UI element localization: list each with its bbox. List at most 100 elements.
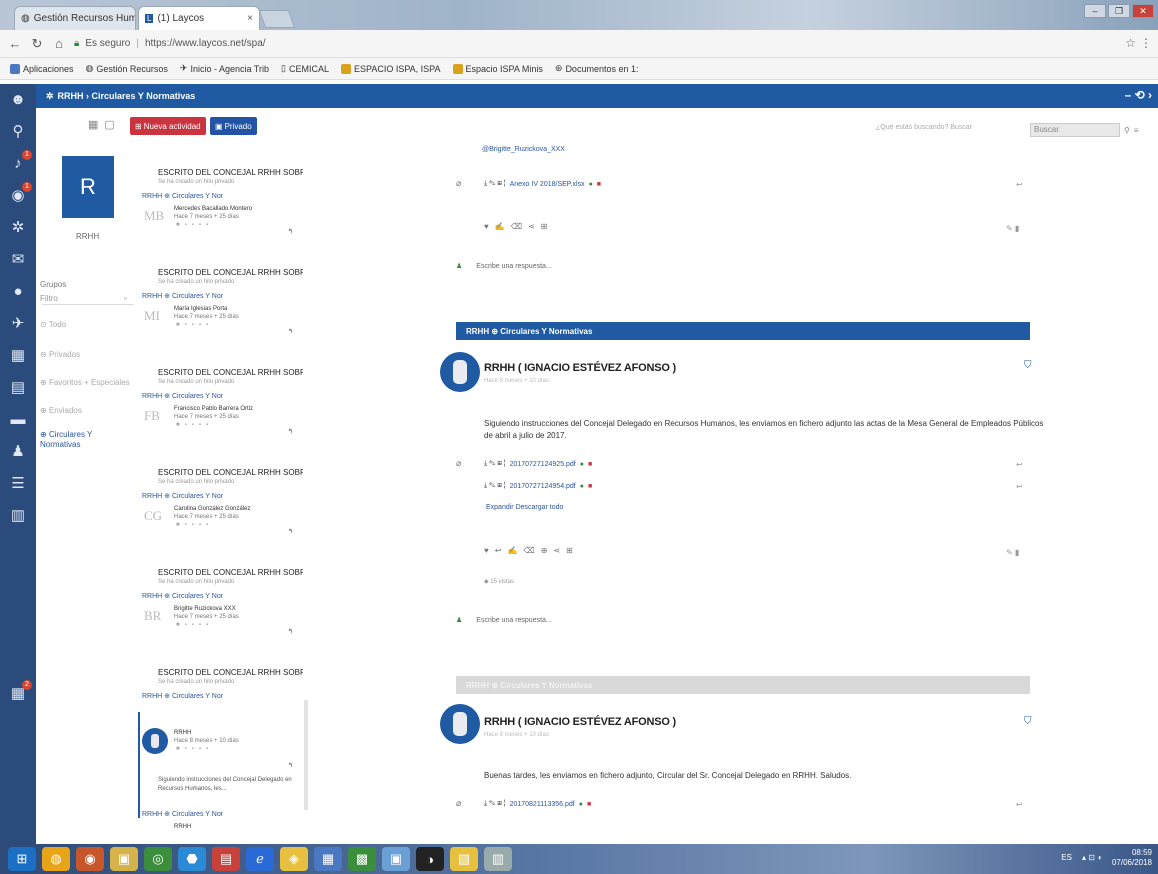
mail-icon[interactable]: ✉ — [8, 250, 28, 270]
download-icon[interactable]: ⤓ ✎ ⊞ ¦ — [484, 800, 506, 808]
expand-download-links[interactable]: Expandir Descargar todo — [486, 504, 563, 511]
close-window-button[interactable]: ✕ — [1132, 4, 1154, 18]
menu-icon[interactable]: ⋮ — [1140, 36, 1152, 50]
taskbar-app-icon[interactable]: ℯ — [246, 847, 274, 871]
filter-item-circulares[interactable]: ⊕ Circulares Y Normativas — [40, 430, 120, 450]
pin-icon[interactable]: ⛉ — [1024, 716, 1032, 727]
attachment-row[interactable]: ⤓ ✎ ⊞ ¦ 20170727124925.pdf ● ■ — [484, 460, 592, 468]
taskbar-app-icon[interactable]: ▧ — [450, 847, 478, 871]
view-icon[interactable]: ● — [579, 801, 583, 808]
arrow-icon[interactable]: ↰ — [288, 228, 293, 235]
bookmark-star-icon[interactable]: ☆ — [1125, 36, 1136, 50]
feed-item-author[interactable]: RRHH — [174, 824, 191, 830]
tab-gestion-recursos[interactable]: ◍ Gestión Recursos Huma × — [14, 6, 136, 30]
broadcast-icon[interactable]: ◉ 1 — [8, 182, 32, 206]
reply-icon[interactable]: ↩ — [1016, 482, 1023, 491]
reply-icon[interactable]: ↩ — [1016, 460, 1023, 469]
back-icon[interactable]: ← — [8, 36, 22, 51]
pin-icon[interactable]: ⛉ — [1024, 360, 1032, 371]
search-input[interactable]: Buscar — [1030, 123, 1120, 137]
mention-link[interactable]: @Brigitte_Ruzickova_XXX — [482, 146, 565, 153]
list-view-icon[interactable]: ▦ — [88, 118, 98, 131]
calendar-icon[interactable]: ▦ — [8, 346, 28, 366]
feed-item-actions[interactable]: ■▪▪▪▪ — [176, 422, 213, 428]
feed-item-author[interactable]: Brigitte Ruzickova XXX — [174, 606, 236, 612]
search-icon[interactable]: ⚲ — [1124, 126, 1130, 135]
view-icon[interactable]: ● — [589, 181, 593, 188]
new-tab-button[interactable] — [258, 10, 296, 28]
minimize-button[interactable]: – — [1084, 4, 1106, 18]
bookmark-cemical[interactable]: ▯ CEMICAL — [281, 63, 329, 74]
maximize-button[interactable]: ❐ — [1108, 4, 1130, 18]
post-author[interactable]: RRHH ( IGNACIO ESTÉVEZ AFONSO ) — [484, 362, 676, 374]
delete-icon[interactable]: ■ — [588, 461, 592, 468]
clock[interactable]: 08:59 07/06/2018 — [1112, 848, 1152, 868]
arrow-icon[interactable]: ↰ — [288, 428, 293, 435]
arrow-icon[interactable]: ↰ — [288, 762, 293, 769]
document-icon[interactable]: ▤ — [8, 378, 28, 398]
bookmark-ispa-minis[interactable]: Espacio ISPA Minis — [452, 63, 543, 74]
feed-item[interactable]: ESCRITO DEL CONCEJAL RRHH SOBRE ... Se ha… — [136, 338, 306, 435]
search-icon[interactable]: ⚲ — [8, 122, 28, 142]
feed-item-author[interactable]: Francisco Pablo Barrera Ortiz — [174, 406, 253, 412]
arrow-icon[interactable]: ↰ — [288, 328, 293, 335]
download-icon[interactable]: ⤓ ✎ ⊞ ¦ — [484, 180, 506, 188]
list-icon[interactable]: ☰ — [8, 474, 28, 494]
filter-item-private[interactable]: ⊖ Privados — [40, 350, 80, 359]
avatar[interactable] — [440, 704, 480, 744]
taskbar-app-icon[interactable]: ◈ — [280, 847, 308, 871]
card-view-icon[interactable]: ▢ — [104, 118, 114, 131]
filter-item-all[interactable]: ⊙ Todo — [40, 320, 66, 329]
apps-grid-icon[interactable]: ▦ 2 — [8, 680, 32, 704]
taskbar-app-icon[interactable]: ▣ — [110, 847, 138, 871]
taskbar-app-icon[interactable]: ⊞ — [8, 847, 36, 871]
avatar[interactable] — [440, 352, 480, 392]
taskbar-app-icon[interactable]: ◎ — [144, 847, 172, 871]
bookmark-gestion[interactable]: ◍ Gestión Recursos — [86, 63, 168, 74]
feed-item-group[interactable]: RRHH ⊕ Circulares Y Nor — [142, 392, 223, 400]
feed-item-actions[interactable]: ■▪▪▪▪ — [176, 746, 213, 752]
attachment-row[interactable]: ⤓ ✎ ⊞ ¦ Anexo IV 2018/SEP.xlsx ● ■ — [484, 180, 601, 188]
feed-item-author[interactable]: María Iglesias Porta — [174, 306, 227, 312]
post-channel-bar[interactable]: RRHH ⊕ Circulares Y Normativas — [456, 676, 1030, 694]
feed-item-author[interactable]: Carolina González González — [174, 506, 250, 512]
bookmark-apps[interactable]: Aplicaciones — [10, 63, 74, 74]
tab-laycos[interactable]: L (1) Laycos × — [138, 6, 260, 30]
taskbar-app-icon[interactable]: ⬣ — [178, 847, 206, 871]
delete-icon[interactable]: ■ — [597, 181, 601, 188]
post-actions[interactable]: ♥↩✍⌫⊕⋖⊞ — [484, 546, 579, 555]
taskbar-app-icon[interactable]: ◍ — [42, 847, 70, 871]
seen-count[interactable]: ◆ 15 vistas — [484, 578, 514, 585]
home-icon[interactable]: ⌂ — [52, 36, 66, 51]
attachment-filename[interactable]: 20170727124954.pdf — [510, 483, 576, 490]
feed-item-group[interactable]: RRHH ⊕ Circulares Y Nor — [142, 192, 223, 200]
new-activity-button[interactable]: ⊞ Nueva actividad — [130, 117, 206, 135]
feed-item-actions[interactable]: ■▪▪▪▪ — [176, 522, 213, 528]
people-icon[interactable]: ♟ — [8, 442, 28, 462]
reply-field[interactable]: ♟ Escribe una respuesta... — [456, 262, 552, 270]
language-indicator[interactable]: ES — [1061, 853, 1072, 863]
chat-icon[interactable]: ● — [8, 282, 28, 302]
taskbar-app-icon[interactable]: ▣ — [382, 847, 410, 871]
feed-item-actions[interactable]: ■▪▪▪▪ — [176, 622, 213, 628]
filter-input[interactable]: Filtro — [40, 294, 58, 303]
taskbar-app-icon[interactable]: ▩ — [348, 847, 376, 871]
delete-icon[interactable]: ■ — [588, 483, 592, 490]
attachment-filename[interactable]: Anexo IV 2018/SEP.xlsx — [510, 181, 585, 188]
feed-item-group[interactable]: RRHH ⊕ Circulares Y Nor — [142, 810, 223, 818]
reply-icon[interactable]: ↩ — [1016, 800, 1023, 809]
network-icon[interactable]: ✲ — [8, 218, 28, 238]
feed-item-author[interactable]: RRHH — [174, 730, 191, 736]
feed-item[interactable]: ESCRITO DEL CONCEJAL RRHH SOBRE ... Se ha… — [136, 238, 306, 335]
pin-icon[interactable]: ✈ — [8, 314, 28, 334]
reload-icon[interactable]: ↻ — [30, 36, 44, 52]
arrow-icon[interactable]: ↰ — [288, 528, 293, 535]
post-actions[interactable]: ♥✍⌫⋖⊞ — [484, 222, 553, 231]
attachment-filename[interactable]: 20170821113356.pdf — [510, 801, 575, 808]
bell-icon[interactable]: ♪ 1 — [8, 150, 32, 174]
feed-item-author[interactable]: Mercedes Bacallado Montero — [174, 206, 252, 212]
report-icon[interactable]: ▥ — [8, 506, 28, 526]
taskbar-app-icon[interactable]: ▥ — [484, 847, 512, 871]
edit-delete-icon[interactable]: ✎ ▮ — [1006, 224, 1019, 233]
filter-item-favorites[interactable]: ⊕ Favoritos + Especiales — [40, 378, 130, 387]
